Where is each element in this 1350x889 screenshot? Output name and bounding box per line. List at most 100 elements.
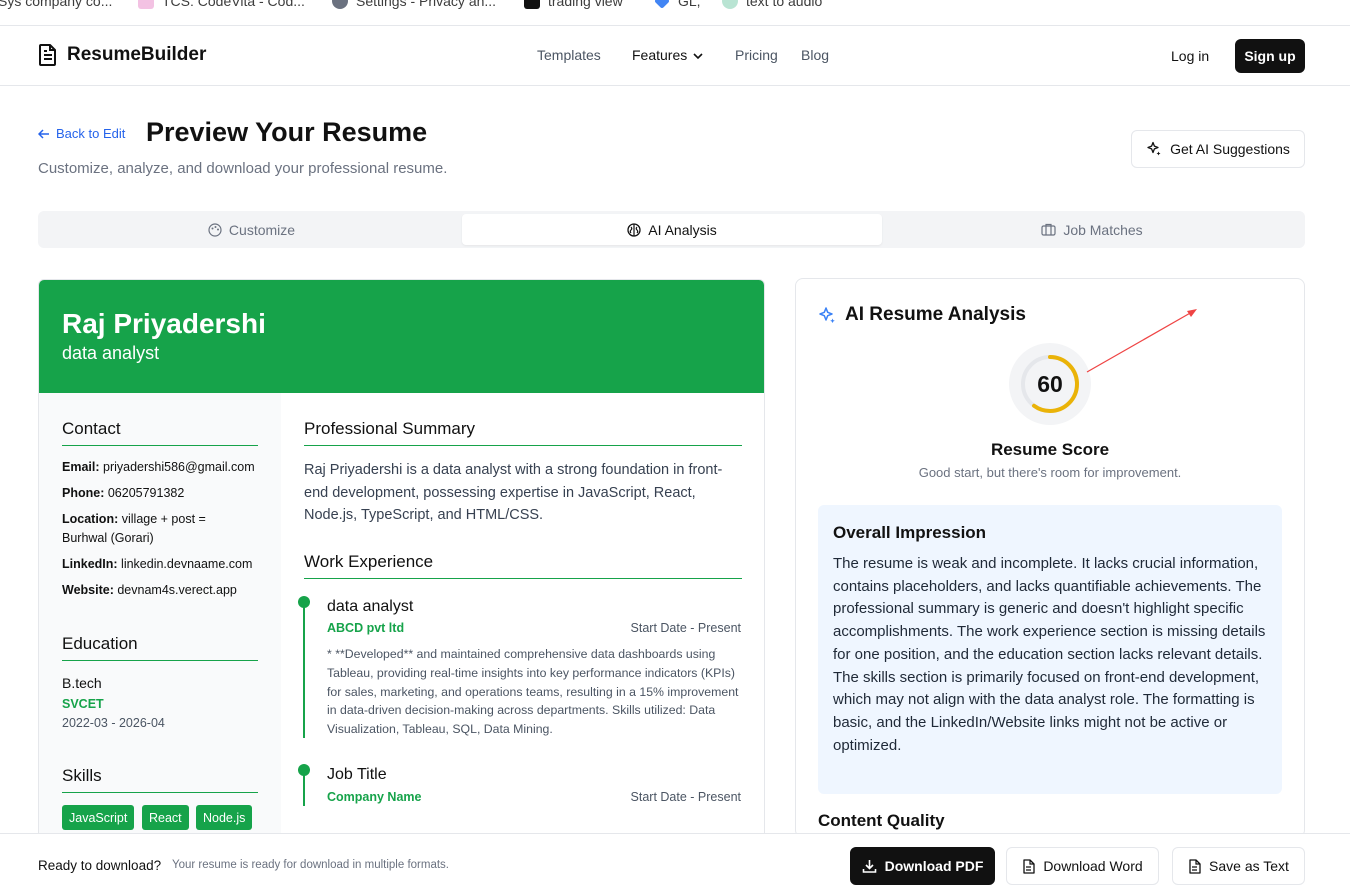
content-quality-heading: Content Quality (818, 811, 945, 830)
contact-label: Phone: (62, 486, 105, 500)
impression-heading: Overall Impression (833, 523, 987, 542)
job-title: data analyst (327, 598, 414, 615)
tab-ai-analysis[interactable]: AI Analysis (462, 214, 882, 245)
bookmark-label: TCS: CodeVita - Cod... (162, 0, 305, 9)
job-title: Job Title (327, 766, 387, 783)
bookmark-item[interactable]: Sys company co... (0, 0, 112, 9)
contact-email: Email: priyadershi586@gmail.com (62, 458, 262, 477)
contact-label: Website: (62, 583, 114, 597)
download-word-button[interactable]: Download Word (1006, 847, 1159, 885)
contact-value: linkedin.devnaame.com (121, 557, 253, 571)
file-text-icon (1189, 858, 1201, 874)
ready-label: Ready to download? (38, 858, 162, 873)
bookmark-item[interactable]: GL, (654, 0, 701, 9)
timeline-line (303, 598, 305, 738)
analysis-heading: AI Resume Analysis (818, 304, 1026, 326)
score-gauge: 60 (1009, 343, 1091, 425)
job-company: Company Name (327, 790, 422, 804)
nav-link-blog[interactable]: Blog (801, 47, 829, 63)
timeline-dot (298, 596, 310, 608)
bookmark-label: text to audio (746, 0, 823, 9)
briefcase-icon (1041, 223, 1056, 236)
contact-value: priyadershi586@gmail.com (103, 460, 255, 474)
contact-label: LinkedIn: (62, 557, 118, 571)
brain-icon (627, 222, 641, 237)
tab-label: Customize (228, 221, 296, 238)
signup-button[interactable]: Sign up (1235, 39, 1305, 73)
contact-location: Location: village + post = Burhwal (Gora… (62, 510, 242, 548)
gear-icon (332, 0, 348, 9)
button-label: Download Word (1043, 858, 1143, 874)
job-description: * **Developed** and maintained comprehen… (327, 647, 739, 737)
page-subtitle: Customize, analyze, and download your pr… (38, 160, 448, 177)
nav-link-features[interactable]: Features (632, 47, 703, 63)
contact-heading: Contact (62, 419, 258, 446)
save-as-text-button[interactable]: Save as Text (1172, 847, 1305, 885)
resume-role: data analyst (62, 343, 160, 363)
overall-impression-box: Overall Impression The resume is weak an… (818, 505, 1282, 794)
resume-preview: Raj Priyadershi data analyst Contact Ema… (38, 279, 765, 839)
gemini-icon (654, 0, 670, 9)
bookmark-item[interactable]: trading view (524, 0, 623, 9)
bookmark-item[interactable]: text to audio (722, 0, 822, 9)
download-icon (862, 859, 876, 873)
bookmark-favicon-icon (138, 0, 154, 9)
score-value: 60 (1037, 371, 1063, 397)
contact-label: Email: (62, 460, 100, 474)
education-heading: Education (62, 634, 258, 661)
bookmark-favicon-icon (722, 0, 738, 9)
analysis-heading-label: AI Resume Analysis (845, 304, 1026, 325)
tab-customize[interactable]: Customize (41, 214, 462, 245)
login-link[interactable]: Log in (1171, 48, 1209, 64)
contact-phone: Phone: 06205791382 (62, 484, 262, 503)
contact-label: Location: (62, 512, 119, 526)
tab-label: AI Analysis (648, 221, 717, 238)
nav-link-pricing[interactable]: Pricing (735, 47, 778, 63)
tab-job-matches[interactable]: Job Matches (882, 214, 1302, 245)
skills-heading: Skills (62, 766, 258, 793)
top-navbar: ResumeBuilder Templates Features Pricing… (0, 26, 1350, 86)
contact-website: Website: devnam4s.verect.app (62, 581, 262, 600)
brand-name: ResumeBuilder (67, 44, 207, 65)
bookmark-item[interactable]: Settings - Privacy an... (332, 0, 496, 9)
score-title: Resume Score (990, 440, 1110, 459)
score-ring: 60 (1009, 343, 1091, 425)
preview-tabs: Customize AI Analysis Job Matches (38, 211, 1305, 248)
bookmark-item[interactable]: TCS: CodeVita - Cod... (138, 0, 305, 9)
bookmark-label: Sys company co... (0, 0, 113, 9)
button-label: Save as Text (1209, 858, 1289, 874)
file-text-icon (1023, 858, 1035, 874)
skill-badge: JavaScript (62, 805, 135, 830)
bookmarks-bar: Sys company co... TCS: CodeVita - Cod...… (0, 0, 1350, 26)
resume-header: Raj Priyadershi data analyst (39, 280, 764, 393)
bookmark-label: trading view (548, 0, 623, 9)
ai-button-label: Get AI Suggestions (1170, 141, 1290, 157)
back-to-edit-link[interactable]: Back to Edit (38, 126, 125, 141)
brand-logo[interactable]: ResumeBuilder (38, 44, 206, 66)
summary-heading: Professional Summary (304, 419, 742, 446)
contact-linkedin: LinkedIn: linkedin.devnaame.com (62, 555, 262, 574)
job-dates: Start Date - Present (630, 621, 741, 635)
download-footer: Ready to download? Your resume is ready … (0, 833, 1350, 889)
document-icon (39, 44, 56, 66)
resume-name: Raj Priyadershi (62, 308, 266, 339)
tab-label: Job Matches (1063, 221, 1143, 238)
arrow-left-icon (38, 128, 49, 139)
skill-badge: React (142, 805, 189, 830)
education-degree: B.tech (62, 675, 102, 691)
button-label: Download PDF (884, 858, 984, 874)
summary-text: Raj Priyadershi is a data analyst with a… (304, 462, 723, 523)
job-dates: Start Date - Present (630, 790, 741, 804)
get-ai-suggestions-button[interactable]: Get AI Suggestions (1131, 130, 1305, 168)
palette-icon (208, 222, 222, 237)
contact-value: devnam4s.verect.app (117, 583, 237, 597)
ai-analysis-panel: AI Resume Analysis 60 Resume Score Good … (795, 278, 1305, 838)
experience-heading: Work Experience (304, 552, 742, 579)
score-subtitle: Good start, but there's room for improve… (918, 465, 1182, 480)
tradingview-icon (524, 0, 540, 9)
nav-link-templates[interactable]: Templates (537, 47, 601, 63)
impression-text: The resume is weak and incomplete. It la… (833, 555, 1266, 754)
contact-value: 06205791382 (107, 486, 185, 500)
download-pdf-button[interactable]: Download PDF (850, 847, 995, 885)
sparkles-icon (1147, 141, 1161, 156)
